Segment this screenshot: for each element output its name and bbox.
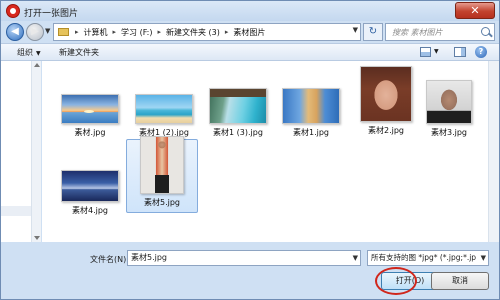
app-icon	[6, 4, 20, 18]
file-name: 素材1 (3).jpg	[213, 128, 263, 137]
file-item[interactable]: 素材2.jpg	[350, 65, 422, 141]
search-icon	[481, 27, 490, 36]
forward-button[interactable]: ▶	[26, 23, 44, 41]
address-row: ◀ ▶ ▼ ▸ 计算机 ▸ 学习 (F:) ▸ 新建文件夹 (3) ▸ 素材图片…	[1, 21, 499, 43]
image-thumbnail	[426, 80, 472, 124]
filename-label: 文件名(N):	[90, 255, 129, 264]
nav-pane-highlight	[1, 206, 31, 216]
file-list-scrollbar[interactable]	[488, 61, 499, 242]
cancel-button[interactable]: 取消	[431, 272, 489, 290]
search-placeholder: 搜索 素材图片	[392, 28, 443, 37]
file-item[interactable]: 素材1 (3).jpg	[202, 67, 274, 143]
chevron-down-icon: ▼	[36, 50, 41, 57]
annotation-circle	[375, 267, 417, 295]
file-name: 素材.jpg	[74, 128, 106, 137]
file-item[interactable]: 素材1.jpg	[275, 67, 347, 143]
breadcrumb-computer[interactable]: 计算机	[81, 27, 111, 38]
bottom-panel: 文件名(N): 素材5.jpg ▼ 所有支持的图 *jpg* (*.jpg;*.…	[1, 242, 499, 299]
view-options-icon[interactable]	[420, 47, 431, 57]
help-icon[interactable]: ?	[475, 46, 487, 58]
chevron-right-icon[interactable]: ▸	[73, 28, 81, 36]
address-bar[interactable]: ▸ 计算机 ▸ 学习 (F:) ▸ 新建文件夹 (3) ▸ 素材图片 ▼	[53, 23, 361, 41]
file-name: 素材5.jpg	[143, 198, 180, 207]
file-name: 素材1.jpg	[292, 128, 329, 137]
filename-value: 素材5.jpg	[131, 253, 168, 262]
chevron-right-icon[interactable]: ▸	[111, 28, 119, 36]
close-button[interactable]: ✕	[455, 2, 495, 19]
image-thumbnail	[360, 66, 412, 122]
file-name: 素材3.jpg	[430, 128, 467, 137]
roof-shade	[210, 89, 266, 97]
chevron-right-icon[interactable]: ▸	[156, 28, 164, 36]
breadcrumb-current[interactable]: 素材图片	[230, 27, 268, 38]
new-folder-button[interactable]: 新建文件夹	[59, 47, 99, 58]
chevron-down-icon[interactable]: ▼	[478, 251, 486, 265]
breadcrumb-drive[interactable]: 学习 (F:)	[118, 27, 155, 38]
chevron-down-icon[interactable]: ▼	[353, 251, 358, 265]
back-button[interactable]: ◀	[6, 23, 24, 41]
image-thumbnail	[140, 136, 184, 194]
open-image-dialog: 打开一张图片 ✕ ◀ ▶ ▼ ▸ 计算机 ▸ 学习 (F:) ▸ 新建文件夹 (…	[0, 0, 500, 300]
file-name: 素材4.jpg	[71, 206, 108, 215]
file-type-select[interactable]: 所有支持的图 *jpg* (*.jpg;*.jp ▼	[367, 250, 489, 266]
folder-icon	[58, 28, 69, 36]
title-bar: 打开一张图片 ✕	[1, 1, 499, 21]
file-item[interactable]: 素材.jpg	[54, 67, 126, 143]
window-title: 打开一张图片	[24, 9, 79, 19]
navigation-pane[interactable]	[1, 61, 41, 242]
organize-menu[interactable]: 组织 ▼	[17, 47, 41, 58]
image-thumbnail	[282, 88, 340, 124]
file-item[interactable]: 素材4.jpg	[54, 145, 126, 221]
file-item-selected[interactable]: 素材5.jpg	[126, 136, 198, 213]
preview-pane-icon[interactable]	[454, 47, 466, 57]
image-thumbnail	[61, 94, 119, 124]
history-dropdown-icon[interactable]: ▼	[45, 27, 50, 35]
file-type-value: 所有支持的图 *jpg* (*.jpg;*.jp	[371, 253, 477, 262]
image-thumbnail	[61, 170, 119, 202]
chevron-down-icon[interactable]: ▼	[434, 48, 439, 55]
file-list: 素材.jpg 素材1 (2).jpg 素材1 (3).jpg 素材1.jpg 素…	[42, 61, 488, 242]
file-name: 素材2.jpg	[367, 126, 404, 135]
image-thumbnail	[209, 88, 267, 124]
chevron-down-icon[interactable]: ▼	[353, 26, 358, 34]
organize-label: 组织	[17, 48, 33, 57]
file-item[interactable]: 素材3.jpg	[413, 67, 485, 143]
image-thumbnail	[135, 94, 193, 124]
nav-pane-scrollbar[interactable]	[31, 61, 41, 242]
breadcrumb-new-folder[interactable]: 新建文件夹 (3)	[163, 27, 223, 38]
file-item[interactable]: 素材1 (2).jpg	[128, 67, 200, 143]
chevron-right-icon[interactable]: ▸	[223, 28, 231, 36]
toolbar: 组织 ▼ 新建文件夹 ▼ ?	[1, 43, 499, 61]
refresh-button[interactable]: ↻	[363, 23, 383, 41]
search-input[interactable]: 搜索 素材图片	[385, 23, 495, 41]
filename-field[interactable]: 素材5.jpg ▼	[127, 250, 361, 266]
